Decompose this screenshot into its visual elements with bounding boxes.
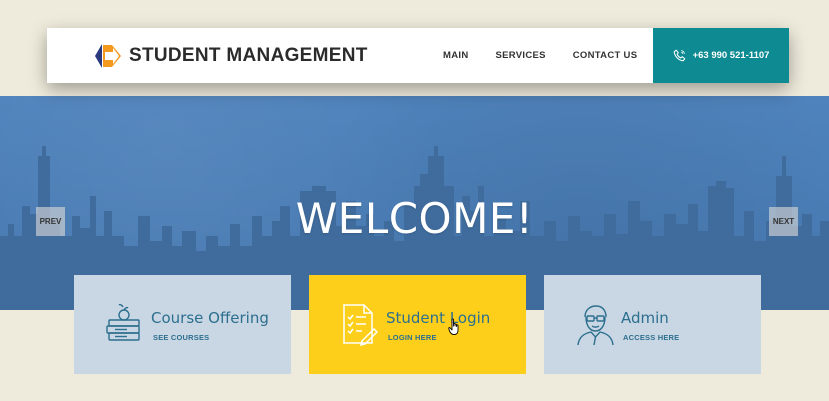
hero-title: WELCOME!: [295, 194, 534, 243]
phone-number: +63 990 521-1107: [692, 50, 770, 61]
phone-contact[interactable]: +63 990 521-1107: [653, 28, 789, 83]
card-link-access-here[interactable]: ACCESS HERE: [623, 333, 679, 342]
main-menu: MAIN SERVICES CONTACT US: [443, 28, 637, 83]
site-header: STUDENT MANAGEMENT MAIN SERVICES CONTACT…: [47, 28, 789, 83]
brand[interactable]: STUDENT MANAGEMENT: [93, 42, 368, 70]
books-apple-icon: [106, 303, 140, 341]
card-link-login-here[interactable]: LOGIN HERE: [388, 333, 437, 342]
card-title: Student Login: [386, 309, 491, 327]
slider-prev-button[interactable]: PREV: [36, 207, 65, 236]
menu-item-contact-us[interactable]: CONTACT US: [573, 50, 638, 61]
card-title: Admin: [621, 309, 669, 327]
card-course-offering[interactable]: Course Offering SEE COURSES: [74, 275, 291, 374]
card-link-see-courses[interactable]: SEE COURSES: [153, 333, 209, 342]
slider-next-button[interactable]: NEXT: [769, 207, 798, 236]
menu-item-main[interactable]: MAIN: [443, 50, 468, 61]
admin-person-icon: [577, 305, 614, 346]
brand-logo-icon: [95, 44, 121, 68]
menu-item-services[interactable]: SERVICES: [495, 50, 545, 61]
brand-name: STUDENT MANAGEMENT: [129, 45, 368, 66]
card-student-login[interactable]: Student Login LOGIN HERE: [309, 275, 526, 374]
checklist-document-icon: [343, 304, 379, 347]
card-admin[interactable]: Admin ACCESS HERE: [544, 275, 761, 374]
page: WELCOME! PREV NEXT STUDENT MANAGEMENT MA…: [0, 0, 829, 401]
hand-cursor-icon: [448, 318, 459, 335]
card-title: Course Offering: [151, 309, 269, 327]
phone-icon: [673, 49, 685, 62]
